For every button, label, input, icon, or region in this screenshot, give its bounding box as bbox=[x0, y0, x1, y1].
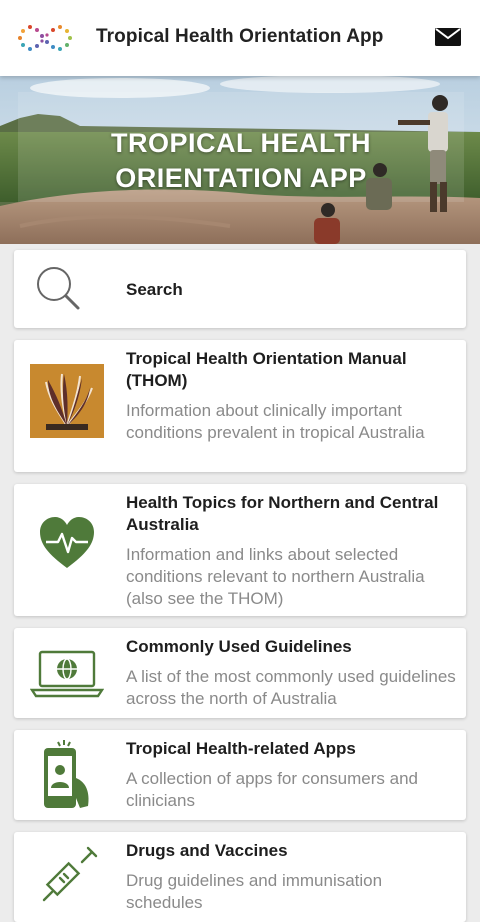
search-card[interactable]: Search bbox=[14, 250, 466, 328]
menu-item-title: Tropical Health Orientation Manual (THOM… bbox=[126, 349, 407, 390]
menu-item-title: Health Topics for Northern and Central A… bbox=[126, 493, 439, 534]
menu-item-thom[interactable]: Tropical Health Orientation Manual (THOM… bbox=[14, 340, 466, 472]
menu-item-apps[interactable]: Tropical Health-related Apps A collectio… bbox=[14, 730, 466, 820]
infinity-dots-logo bbox=[18, 25, 72, 51]
menu-item-description: Information about clinically important c… bbox=[126, 401, 425, 442]
hero-title: TROPICAL HEALTH ORIENTATION APP bbox=[18, 126, 464, 196]
laptop-globe-icon bbox=[30, 650, 104, 698]
menu-item-description: A collection of apps for consumers and c… bbox=[126, 769, 418, 810]
menu-item-guidelines[interactable]: Commonly Used Guidelines A list of the m… bbox=[14, 628, 466, 718]
menu-item-drugs-vaccines[interactable]: Drugs and Vaccines Drug guidelines and i… bbox=[14, 832, 466, 922]
search-icon bbox=[37, 267, 80, 310]
heart-pulse-icon bbox=[40, 517, 94, 568]
hero-banner: TROPICAL HEALTH ORIENTATION APP bbox=[0, 76, 480, 244]
syringe-icon bbox=[42, 846, 98, 902]
thom-artwork-icon bbox=[30, 364, 104, 438]
menu-item-title: Commonly Used Guidelines bbox=[126, 637, 352, 656]
search-label: Search bbox=[126, 280, 183, 299]
hero-title-line2: ORIENTATION APP bbox=[115, 163, 367, 193]
menu-item-description: A list of the most commonly used guideli… bbox=[126, 667, 456, 708]
phone-user-icon bbox=[44, 740, 89, 808]
menu-item-title: Drugs and Vaccines bbox=[126, 841, 288, 860]
menu-item-title: Tropical Health-related Apps bbox=[126, 739, 356, 758]
menu-item-description: Drug guidelines and immunisation schedul… bbox=[126, 871, 383, 912]
hero-title-line1: TROPICAL HEALTH bbox=[111, 128, 371, 158]
menu-item-description: Information and links about selected con… bbox=[126, 545, 425, 608]
mail-icon[interactable] bbox=[434, 26, 462, 48]
app-bar: Tropical Health Orientation App bbox=[0, 0, 480, 76]
menu-item-health-topics[interactable]: Health Topics for Northern and Central A… bbox=[14, 484, 466, 616]
app-title: Tropical Health Orientation App bbox=[96, 26, 384, 47]
